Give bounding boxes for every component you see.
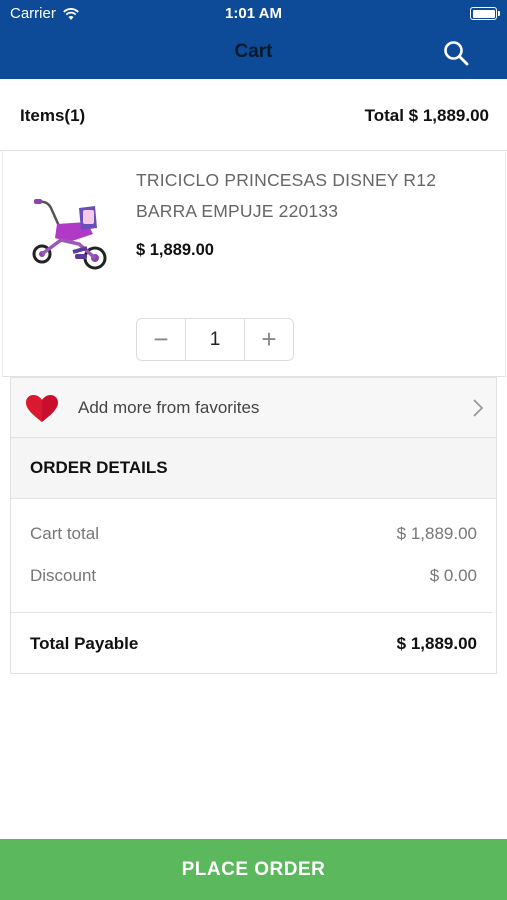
items-count: Items(1): [20, 106, 86, 125]
cart-item[interactable]: TRICICLO PRINCESAS DISNEY R12 BARRA EMPU…: [2, 151, 506, 377]
product-name[interactable]: TRICICLO PRINCESAS DISNEY R12 BARRA EMPU…: [136, 165, 486, 227]
cart-total-row: Cart total $ 1,889.00: [30, 524, 477, 544]
quantity-value: 1: [185, 319, 245, 360]
total-payable-row: Total Payable $ 1,889.00: [30, 634, 477, 654]
discount-label: Discount: [30, 566, 97, 585]
discount-row: Discount $ 0.00: [30, 566, 477, 586]
order-details-title: ORDER DETAILS: [11, 438, 496, 499]
quantity-stepper: − 1 +: [136, 318, 294, 361]
product-price: $ 1,889.00: [136, 241, 214, 259]
discount-value: $ 0.00: [429, 566, 477, 585]
cart-total-label: Cart total: [30, 524, 99, 543]
chevron-right-icon: [473, 399, 484, 417]
cart-total-header: Total $ 1,889.00: [364, 106, 489, 125]
divider: [11, 612, 492, 613]
battery-icon: [470, 7, 500, 20]
product-image[interactable]: [29, 194, 111, 276]
heart-icon: [26, 395, 58, 422]
page-title: Cart: [234, 41, 273, 62]
cart-total-value: $ 1,889.00: [396, 524, 477, 543]
decrement-button[interactable]: −: [137, 319, 185, 360]
cart-summary: Items(1) Total $ 1,889.00: [0, 79, 507, 151]
search-icon[interactable]: [443, 40, 469, 66]
add-from-favorites[interactable]: Add more from favorites: [10, 377, 497, 438]
status-time: 1:01 AM: [225, 5, 282, 22]
order-details-panel: ORDER DETAILS Cart total $ 1,889.00 Disc…: [10, 438, 497, 674]
total-payable-label: Total Payable: [30, 634, 139, 653]
nav-bar: Cart: [0, 28, 507, 79]
total-payable-value: $ 1,889.00: [396, 634, 477, 653]
place-order-button[interactable]: PLACE ORDER: [0, 839, 507, 900]
increment-button[interactable]: +: [245, 319, 293, 360]
favorites-label: Add more from favorites: [78, 398, 260, 417]
status-bar: Carrier 1:01 AM: [0, 0, 507, 28]
